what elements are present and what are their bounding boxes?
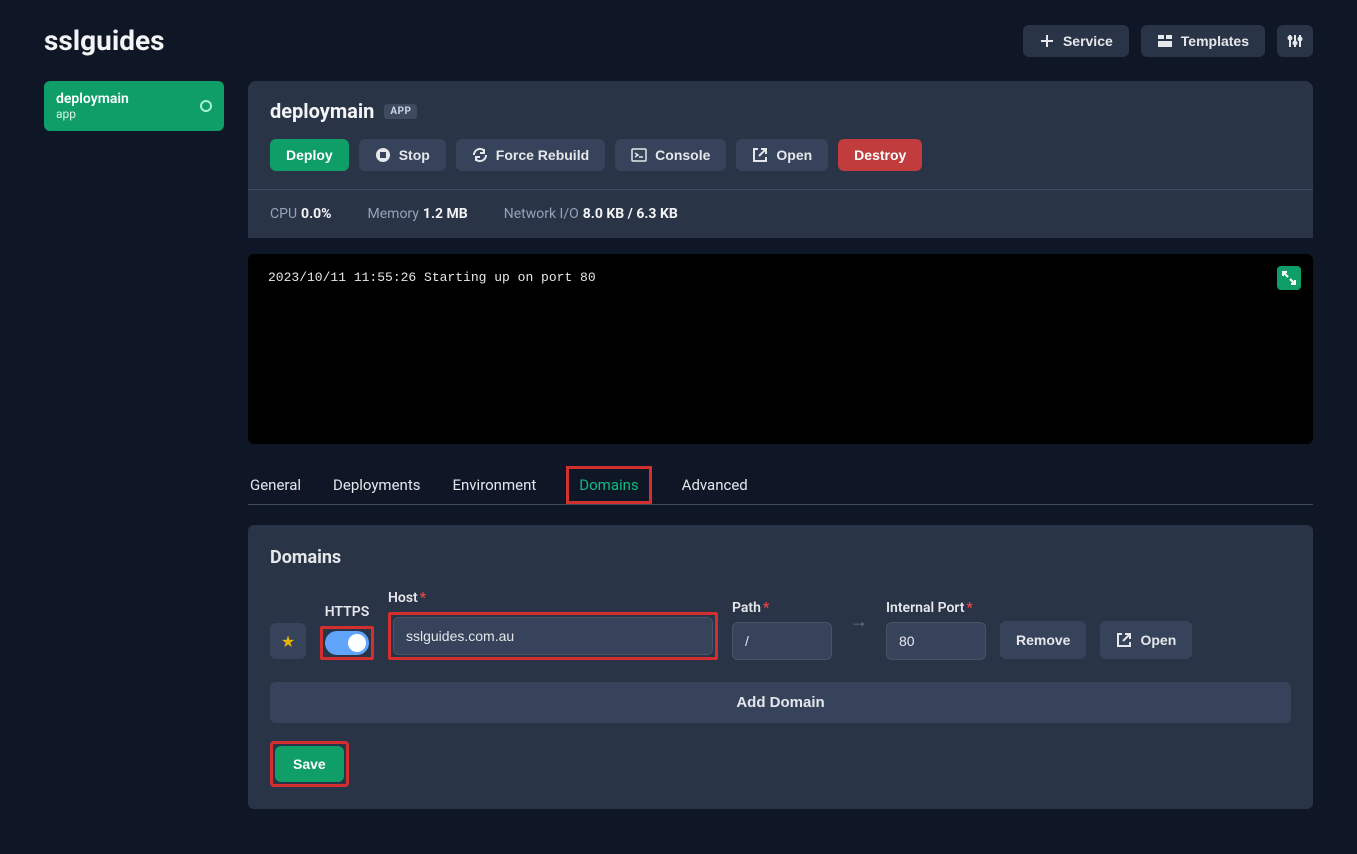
sidebar-item-deploymain[interactable]: deploymain app: [44, 81, 224, 131]
sidebar-item-name: deploymain: [56, 91, 129, 107]
page-title: sslguides: [44, 24, 165, 57]
open-domain-label: Open: [1140, 632, 1176, 648]
remove-domain-button[interactable]: Remove: [1000, 621, 1086, 659]
console-icon: [631, 147, 647, 163]
cpu-value: 0.0%: [301, 206, 331, 222]
memory-label: Memory: [368, 206, 419, 222]
toggle-knob-icon: [348, 634, 366, 652]
external-link-icon: [752, 147, 768, 163]
domains-heading: Domains: [270, 547, 1291, 568]
stop-icon: [375, 147, 391, 163]
host-input[interactable]: [393, 617, 713, 655]
force-rebuild-button[interactable]: Force Rebuild: [456, 139, 605, 171]
console-button[interactable]: Console: [615, 139, 726, 171]
expand-icon: [1281, 270, 1297, 286]
sidebar-item-type: app: [56, 107, 129, 121]
tab-general[interactable]: General: [248, 466, 303, 504]
path-input[interactable]: [732, 622, 832, 660]
tab-deployments[interactable]: Deployments: [331, 466, 422, 504]
sliders-icon: [1287, 33, 1303, 49]
console-output: 2023/10/11 11:55:26 Starting up on port …: [248, 254, 1313, 444]
app-badge: APP: [384, 104, 417, 119]
network-label: Network I/O: [504, 206, 579, 222]
tab-environment[interactable]: Environment: [450, 466, 538, 504]
settings-button[interactable]: [1277, 25, 1313, 57]
service-button[interactable]: Service: [1023, 25, 1129, 57]
https-toggle[interactable]: [325, 631, 369, 655]
external-link-icon: [1116, 632, 1132, 648]
destroy-button[interactable]: Destroy: [838, 139, 922, 171]
console-log-line: 2023/10/11 11:55:26 Starting up on port …: [268, 270, 596, 285]
open-domain-button[interactable]: Open: [1100, 621, 1192, 659]
expand-console-button[interactable]: [1277, 266, 1301, 290]
plus-icon: [1039, 33, 1055, 49]
network-value: 8.0 KB / 6.3 KB: [583, 206, 678, 222]
console-button-label: Console: [655, 147, 710, 163]
stop-button-label: Stop: [399, 147, 430, 163]
memory-value: 1.2 MB: [423, 206, 468, 222]
service-name: deploymain: [270, 99, 374, 123]
open-button-label: Open: [776, 147, 812, 163]
favorite-button[interactable]: ★: [270, 623, 306, 659]
service-button-label: Service: [1063, 33, 1113, 49]
open-button[interactable]: Open: [736, 139, 828, 171]
save-button[interactable]: Save: [275, 746, 344, 782]
star-icon: ★: [281, 632, 295, 651]
internal-port-input[interactable]: [886, 622, 986, 660]
status-indicator-icon: [200, 100, 212, 112]
rebuild-icon: [472, 147, 488, 163]
stop-button[interactable]: Stop: [359, 139, 446, 171]
add-domain-button[interactable]: Add Domain: [270, 682, 1291, 723]
arrow-right-icon: →: [846, 611, 872, 632]
templates-icon: [1157, 33, 1173, 49]
tab-advanced[interactable]: Advanced: [680, 466, 750, 504]
https-label: HTTPS: [325, 604, 370, 620]
tab-domains[interactable]: Domains: [566, 466, 651, 504]
cpu-label: CPU: [270, 206, 297, 222]
force-rebuild-label: Force Rebuild: [496, 147, 589, 163]
templates-button[interactable]: Templates: [1141, 25, 1265, 57]
path-label: Path*: [732, 600, 832, 616]
templates-button-label: Templates: [1181, 33, 1249, 49]
internal-port-label: Internal Port*: [886, 600, 986, 616]
stats-bar: CPU0.0% Memory1.2 MB Network I/O8.0 KB /…: [248, 189, 1313, 238]
deploy-button[interactable]: Deploy: [270, 139, 349, 171]
host-label: Host*: [388, 590, 718, 606]
